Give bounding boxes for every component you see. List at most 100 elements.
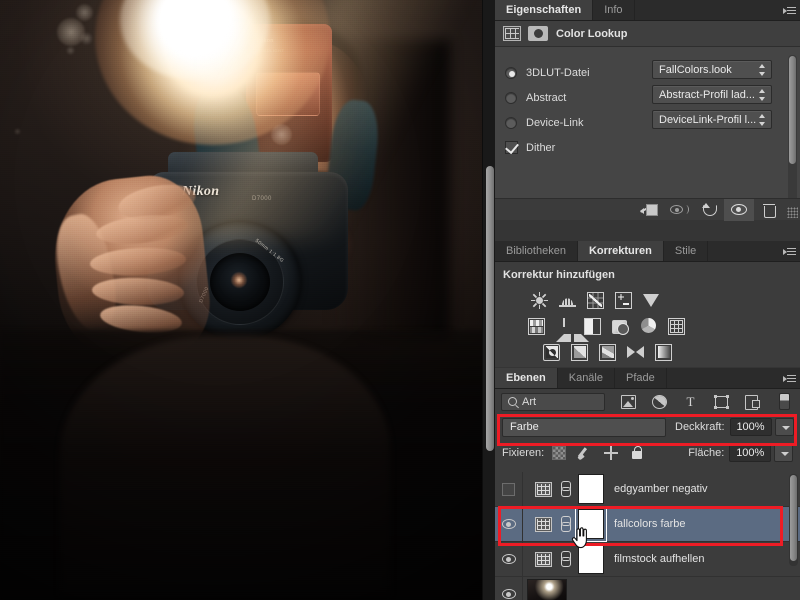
properties-panel-menu-button[interactable]: [778, 0, 800, 20]
layers-scrollbar[interactable]: [789, 474, 798, 566]
toggle-visibility-button[interactable]: [724, 198, 754, 221]
filter-enable-toggle[interactable]: [779, 393, 790, 410]
toggle-previous-state-button[interactable]: [664, 199, 694, 221]
layer-adjustment-thumbnail[interactable]: [535, 551, 552, 567]
filter-type-layers-icon[interactable]: T: [683, 394, 698, 409]
select-3dlut-file[interactable]: FallColors.look: [652, 60, 772, 79]
table-row[interactable]: fallcolors farbe: [495, 506, 800, 542]
canvas-vertical-scrollbar[interactable]: [482, 0, 495, 600]
table-row[interactable]: [495, 576, 800, 600]
lock-image-pixels-icon[interactable]: [578, 446, 592, 460]
table-row[interactable]: filmstock aufhellen: [495, 541, 800, 577]
layer-name[interactable]: edgyamber negativ: [614, 483, 708, 495]
radio-device-link[interactable]: [505, 116, 517, 129]
tab-pfade[interactable]: Pfade: [615, 368, 667, 388]
opacity-stepper[interactable]: [774, 418, 794, 436]
select-abstract-profile[interactable]: Abstract-Profil lad...: [652, 85, 772, 104]
layer-filter-value: Art: [522, 395, 537, 408]
levels-icon[interactable]: [559, 292, 576, 309]
layers-scroll-thumb[interactable]: [790, 475, 797, 561]
visibility-icon: [731, 204, 747, 215]
layer-adjustment-thumbnail[interactable]: [535, 516, 552, 532]
panel-resize-grip[interactable]: [784, 199, 800, 221]
properties-panel: Eigenschaften Info Color Lookup 3DLUT-Da…: [495, 0, 800, 221]
chevron-updown-icon: [759, 64, 766, 76]
filter-adjustment-layers-icon[interactable]: [652, 394, 667, 409]
select-3dlut-value: FallColors.look: [659, 63, 732, 76]
gradient-map-icon[interactable]: [627, 344, 644, 361]
photo-filter-icon[interactable]: [584, 317, 601, 335]
lock-transparent-pixels-icon[interactable]: [552, 446, 567, 460]
layer-visibility-toggle[interactable]: [495, 541, 523, 577]
panel-menu-icon: [782, 6, 796, 15]
radio-abstract[interactable]: [505, 91, 517, 104]
invert-icon[interactable]: [668, 317, 685, 335]
gradient-fill-icon[interactable]: [655, 343, 672, 361]
filter-pixel-layers-icon[interactable]: [621, 394, 636, 409]
properties-header: Color Lookup: [495, 21, 800, 47]
corrections-title: Korrektur hinzufügen: [503, 269, 615, 281]
select-devicelink-profile[interactable]: DeviceLink-Profil l...: [652, 110, 772, 129]
layer-filter-select[interactable]: Art: [501, 392, 605, 411]
select-abstract-value: Abstract-Profil lad...: [659, 88, 755, 101]
canvas-scroll-thumb[interactable]: [486, 166, 494, 451]
layer-name[interactable]: filmstock aufhellen: [614, 553, 705, 565]
canvas-area[interactable]: Nikon SPEEDLIGHT Nikon D7000 50mm 1:1.8G…: [0, 0, 495, 600]
delete-adjustment-button[interactable]: [754, 199, 784, 221]
blend-mode-select[interactable]: Farbe: [502, 417, 666, 437]
layer-mask-thumbnail[interactable]: [578, 474, 604, 504]
corrections-panel-menu-button[interactable]: [778, 241, 800, 261]
chevron-updown-icon: [759, 114, 766, 126]
photo-vignette: [0, 0, 495, 600]
properties-scrollbar[interactable]: [788, 55, 797, 207]
link-icon[interactable]: [560, 516, 571, 532]
radio-3dlut[interactable]: [505, 66, 517, 79]
color-balance-icon[interactable]: [528, 317, 545, 335]
properties-scroll-thumb[interactable]: [789, 56, 796, 164]
tab-korrekturen[interactable]: Korrekturen: [577, 241, 664, 261]
lock-all-icon[interactable]: [630, 446, 644, 460]
threshold-icon[interactable]: [571, 343, 588, 361]
opacity-value[interactable]: 100%: [729, 418, 772, 436]
layer-name[interactable]: fallcolors farbe: [614, 518, 686, 530]
posterize-icon[interactable]: [543, 343, 560, 361]
layer-visibility-toggle[interactable]: [495, 472, 523, 507]
layers-panel-menu-button[interactable]: [778, 368, 800, 388]
tab-info[interactable]: Info: [593, 0, 635, 20]
table-row[interactable]: edgyamber negativ: [495, 472, 800, 507]
option-row-dither[interactable]: Dither: [505, 135, 800, 160]
layer-visibility-toggle[interactable]: [495, 506, 523, 542]
link-icon[interactable]: [560, 481, 571, 497]
brightness-contrast-icon[interactable]: [531, 292, 548, 309]
tab-kanaele[interactable]: Kanäle: [557, 368, 615, 388]
tab-bibliotheken[interactable]: Bibliotheken: [495, 241, 578, 261]
tab-ebenen[interactable]: Ebenen: [495, 368, 558, 388]
black-white-icon[interactable]: [556, 317, 573, 335]
layer-adjustment-thumbnail[interactable]: [535, 481, 552, 497]
checkbox-dither[interactable]: [505, 141, 518, 154]
color-lookup-icon[interactable]: [640, 317, 657, 335]
filter-smart-object-icon[interactable]: [745, 394, 760, 410]
layer-image-thumbnail[interactable]: [527, 579, 567, 600]
selective-color-icon[interactable]: [599, 343, 616, 361]
reset-button[interactable]: [694, 199, 724, 221]
layer-visibility-toggle[interactable]: [495, 576, 523, 600]
link-icon[interactable]: [560, 551, 571, 567]
tab-bar-spacer: [634, 0, 778, 20]
lock-icons: [552, 446, 644, 460]
exposure-icon[interactable]: [615, 291, 632, 309]
curves-icon[interactable]: [587, 291, 604, 309]
lock-position-icon[interactable]: [604, 446, 619, 460]
chevron-updown-icon: [653, 422, 660, 434]
properties-tab-bar: Eigenschaften Info: [495, 0, 800, 21]
filter-shape-layers-icon[interactable]: [714, 394, 729, 409]
fill-stepper[interactable]: [774, 444, 794, 462]
tab-bar-spacer: [708, 241, 778, 261]
hand-cursor: [571, 527, 587, 549]
tab-stile[interactable]: Stile: [663, 241, 709, 261]
clip-to-layer-button[interactable]: [634, 199, 664, 221]
vibrance-icon[interactable]: [643, 292, 660, 309]
fill-value[interactable]: 100%: [729, 444, 772, 462]
tab-eigenschaften[interactable]: Eigenschaften: [495, 0, 594, 20]
channel-mixer-icon[interactable]: [612, 318, 629, 335]
